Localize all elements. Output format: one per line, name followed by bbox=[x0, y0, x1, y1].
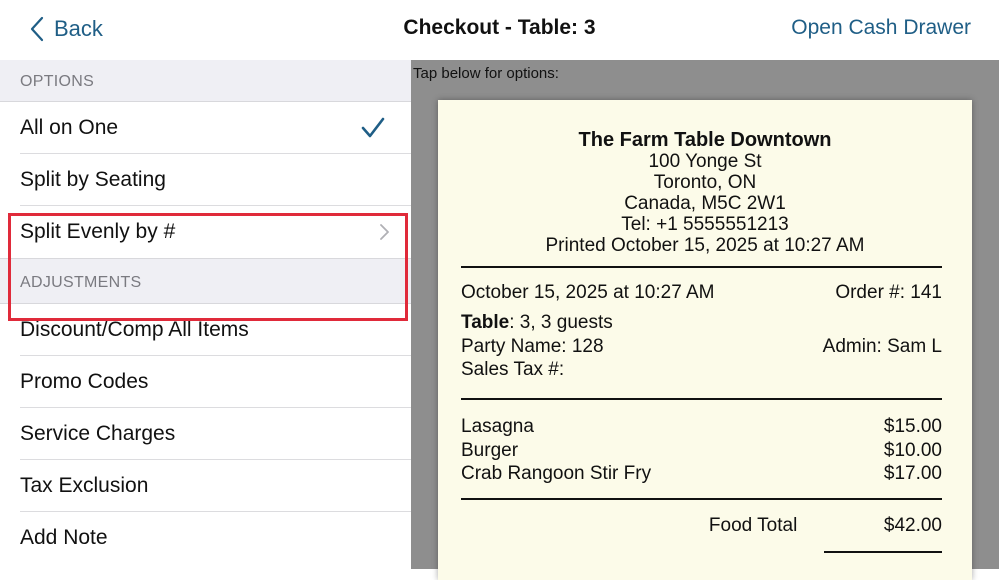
receipt[interactable]: The Farm Table Downtown 100 Yonge St Tor… bbox=[438, 100, 972, 580]
receipt-header: The Farm Table Downtown 100 Yonge St Tor… bbox=[438, 129, 972, 257]
item-name: Burger bbox=[461, 440, 519, 461]
receipt-item-row: Lasagna $15.00 bbox=[461, 416, 942, 438]
checkmark-icon bbox=[361, 117, 385, 138]
receipt-item-row: Burger $10.00 bbox=[461, 440, 942, 462]
receipt-table-row: Table: 3, 3 guests bbox=[461, 312, 942, 334]
food-total-value: $42.00 bbox=[883, 515, 942, 536]
sales-tax-label: Sales Tax #: bbox=[461, 359, 565, 380]
receipt-divider bbox=[461, 398, 942, 400]
item-name: Crab Rangoon Stir Fry bbox=[461, 463, 652, 484]
adjustments-section-header: ADJUSTMENTS bbox=[0, 258, 411, 304]
receipt-tax-row: Sales Tax #: bbox=[461, 359, 942, 381]
adjustment-label: Promo Codes bbox=[20, 370, 149, 393]
printed-line: Printed October 15, 2025 at 10:27 AM bbox=[545, 235, 865, 256]
adjustment-label: Tax Exclusion bbox=[20, 474, 149, 497]
receipt-panel: Tap below for options: The Farm Table Do… bbox=[411, 60, 999, 580]
adjustment-discount-comp[interactable]: Discount/Comp All Items bbox=[0, 304, 411, 356]
receipt-hint: Tap below for options: bbox=[413, 65, 559, 82]
phone-line: Tel: +1 5555551213 bbox=[621, 214, 789, 235]
receipt-divider bbox=[461, 498, 942, 500]
option-split-by-seating[interactable]: Split by Seating bbox=[0, 154, 411, 206]
receipt-date: October 15, 2025 at 10:27 AM bbox=[461, 282, 715, 303]
adjustment-promo-codes[interactable]: Promo Codes bbox=[0, 356, 411, 408]
option-label: Split Evenly by # bbox=[20, 220, 176, 243]
adjustment-label: Discount/Comp All Items bbox=[20, 318, 249, 341]
table-value: : 3, 3 guests bbox=[509, 312, 613, 333]
restaurant-name: The Farm Table Downtown bbox=[578, 129, 832, 151]
open-cash-drawer-button[interactable]: Open Cash Drawer bbox=[791, 16, 971, 40]
item-name: Lasagna bbox=[461, 416, 534, 437]
options-panel: OPTIONS All on One Split by Seating Spli… bbox=[0, 60, 411, 569]
option-label: Split by Seating bbox=[20, 168, 166, 191]
adjustment-label: Add Note bbox=[20, 526, 108, 549]
food-total-label: Food Total bbox=[708, 515, 798, 536]
admin-name: Admin: Sam L bbox=[822, 336, 942, 357]
total-underline bbox=[824, 551, 942, 553]
adjustment-add-note[interactable]: Add Note bbox=[0, 512, 411, 564]
options-section-header: OPTIONS bbox=[0, 60, 411, 102]
option-split-evenly[interactable]: Split Evenly by # bbox=[0, 206, 411, 258]
order-number: Order #: 141 bbox=[835, 282, 942, 303]
address-line: Toronto, ON bbox=[653, 172, 757, 193]
option-label: All on One bbox=[20, 116, 119, 139]
party-name: Party Name: 128 bbox=[461, 336, 604, 357]
food-total-row: Food Total $42.00 bbox=[709, 515, 942, 537]
receipt-divider bbox=[461, 266, 942, 268]
item-price: $17.00 bbox=[883, 463, 942, 484]
receipt-party-row: Party Name: 128 Admin: Sam L bbox=[461, 336, 942, 358]
address-line: Canada, M5C 2W1 bbox=[624, 193, 786, 214]
item-price: $15.00 bbox=[883, 416, 942, 437]
chevron-right-icon bbox=[380, 224, 389, 240]
nav-bar: Back Checkout - Table: 3 Open Cash Drawe… bbox=[0, 0, 999, 60]
table-label: Table bbox=[461, 312, 510, 333]
receipt-date-row: October 15, 2025 at 10:27 AM Order #: 14… bbox=[461, 282, 942, 304]
receipt-item-row: Crab Rangoon Stir Fry $17.00 bbox=[461, 463, 942, 485]
adjustment-label: Service Charges bbox=[20, 422, 176, 445]
adjustment-tax-exclusion[interactable]: Tax Exclusion bbox=[0, 460, 411, 512]
adjustment-service-charges[interactable]: Service Charges bbox=[0, 408, 411, 460]
address-line: 100 Yonge St bbox=[648, 151, 762, 172]
item-price: $10.00 bbox=[883, 440, 942, 461]
option-all-on-one[interactable]: All on One bbox=[0, 102, 411, 154]
